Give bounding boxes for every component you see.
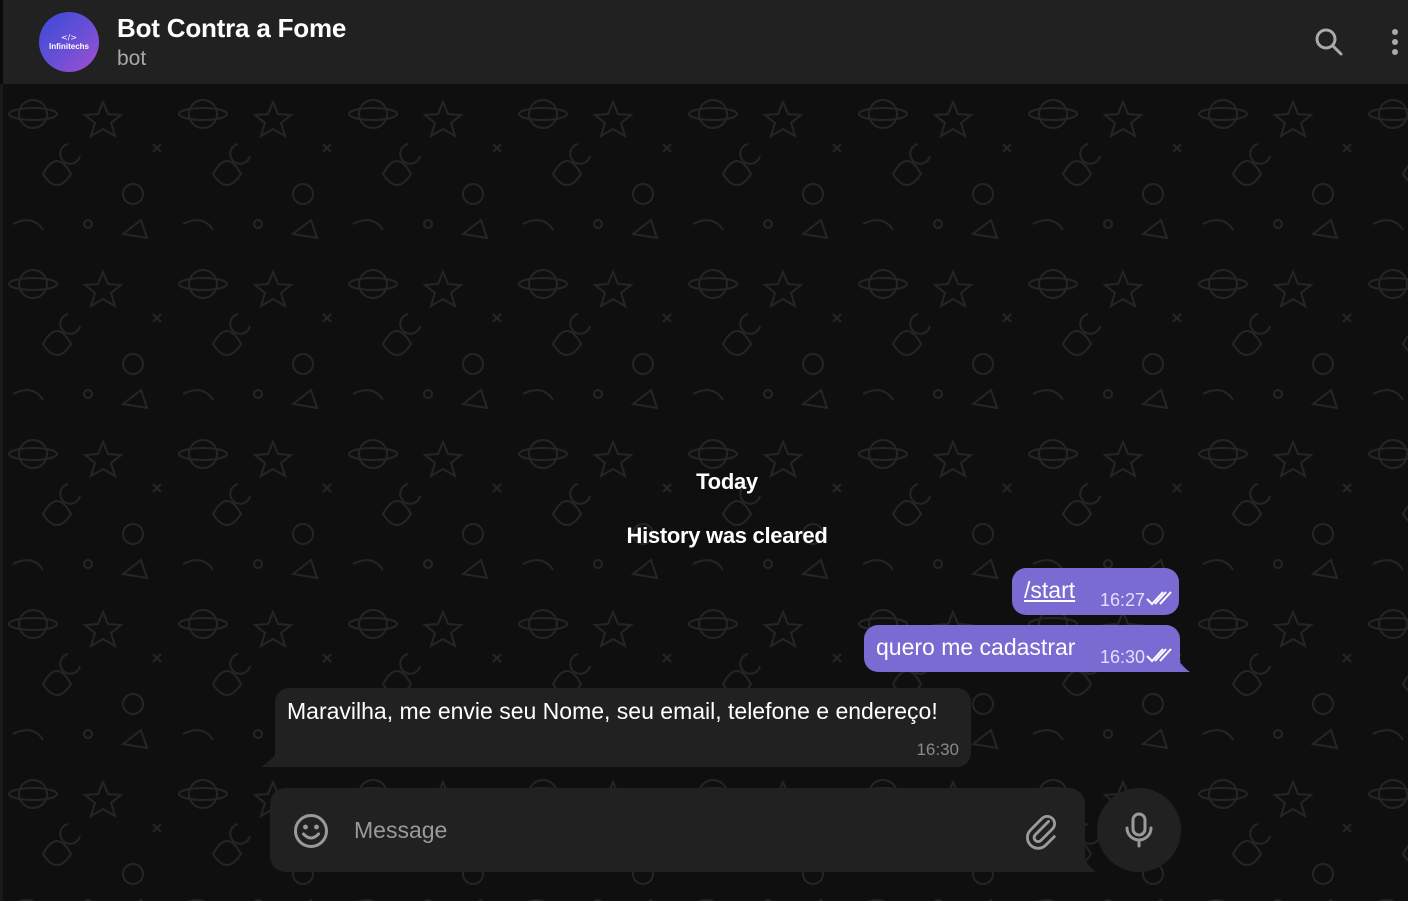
- message-text: quero me cadastrar: [876, 634, 1076, 660]
- avatar-code-text: </>: [60, 32, 78, 42]
- message-input[interactable]: [354, 810, 994, 850]
- double-check-icon: [1146, 648, 1172, 663]
- more-options-button[interactable]: [1375, 22, 1408, 62]
- message-time: 16:30: [916, 740, 959, 759]
- avatar[interactable]: </> Infinitechs: [39, 12, 99, 72]
- message-bubble-outgoing[interactable]: /start 16:27: [1012, 568, 1179, 615]
- service-message: History was cleared: [626, 523, 828, 548]
- message-composer: [270, 788, 1085, 872]
- message-bubble-outgoing[interactable]: quero me cadastrar 16:30: [864, 625, 1180, 672]
- paperclip-icon[interactable]: [1024, 812, 1064, 852]
- chat-header: </> Infinitechs Bot Contra a Fome bot: [0, 0, 1408, 84]
- bot-command-link[interactable]: /start: [1024, 577, 1075, 604]
- composer-tail: [1081, 855, 1096, 872]
- bubble-tail: [1173, 652, 1190, 672]
- message-time: 16:27: [1100, 590, 1146, 610]
- message-bubble-incoming[interactable]: Maravilha, me envie seu Nome, seu email,…: [275, 688, 971, 767]
- message-text: Maravilha, me envie seu Nome, seu email,…: [287, 698, 938, 724]
- more-vertical-icon: [1392, 29, 1398, 55]
- date-separator: Today: [696, 469, 758, 494]
- search-button[interactable]: [1309, 22, 1349, 62]
- voice-record-button[interactable]: [1097, 788, 1181, 872]
- avatar-brand-text: Infinitechs: [48, 41, 89, 51]
- microphone-icon: [1125, 812, 1153, 848]
- emoji-icon[interactable]: [292, 812, 330, 850]
- search-icon: [1315, 28, 1343, 56]
- chat-title[interactable]: Bot Contra a Fome: [117, 13, 346, 44]
- chat-area[interactable]: Today History was cleared /start 16:27 q…: [0, 84, 1408, 901]
- chat-status: bot: [117, 47, 147, 70]
- message-time: 16:30: [1100, 647, 1146, 667]
- double-check-icon: [1146, 591, 1172, 606]
